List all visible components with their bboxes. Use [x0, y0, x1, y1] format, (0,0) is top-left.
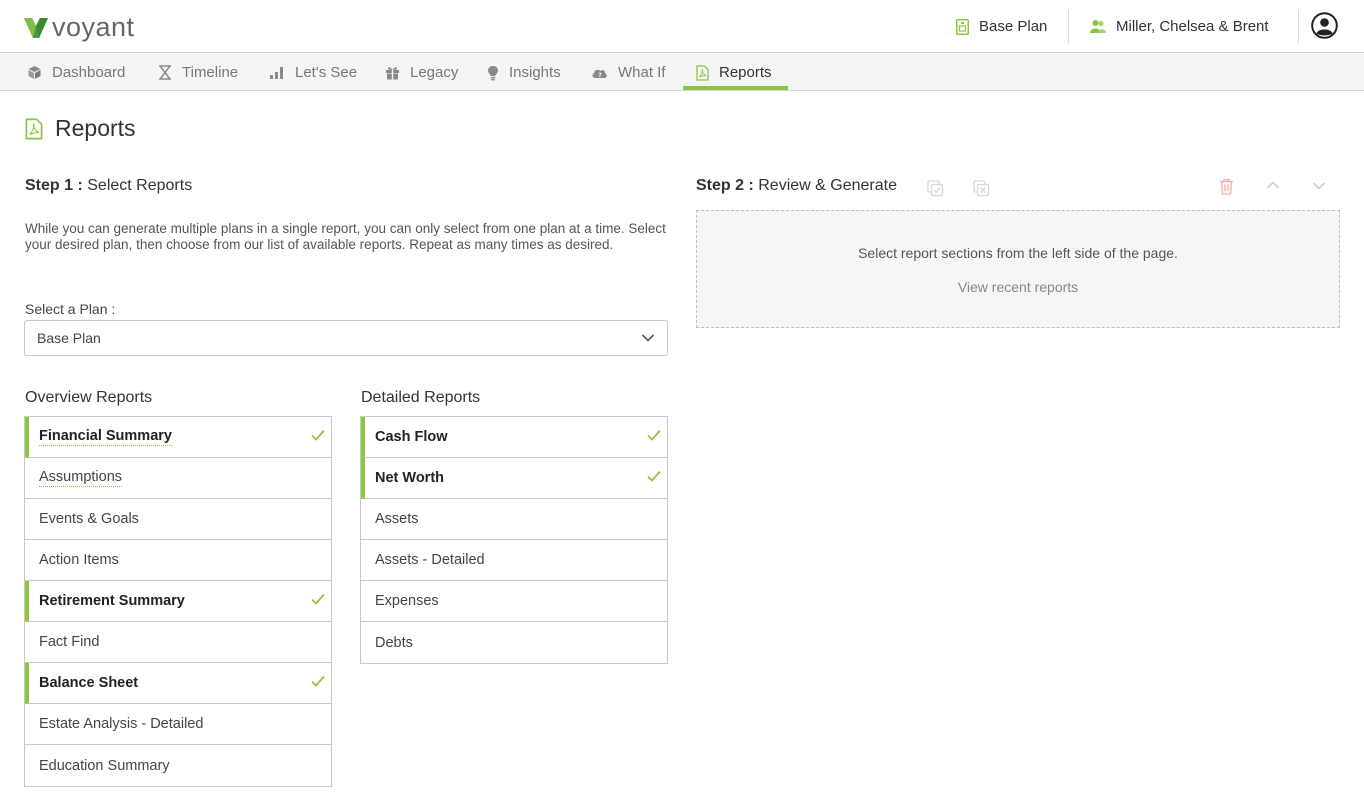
checkmark-icon	[647, 470, 661, 482]
lightbulb-icon	[488, 65, 498, 80]
report-label: Action Items	[39, 552, 119, 568]
hourglass-icon	[159, 65, 171, 80]
report-assets[interactable]: Assets	[361, 499, 667, 540]
report-label: Retirement Summary	[39, 593, 185, 609]
step2-heading: Step 2 : Review & Generate	[696, 177, 897, 195]
overview-reports-list: Financial Summary Assumptions Events & G…	[24, 416, 332, 787]
current-plan-button[interactable]: Base Plan	[956, 0, 1047, 53]
trash-icon[interactable]	[1219, 178, 1234, 195]
step1-heading: Step 1 : Select Reports	[25, 177, 192, 195]
header-divider	[1068, 10, 1069, 43]
tab-label: Insights	[509, 64, 561, 81]
deselect-all-icon[interactable]	[973, 180, 990, 197]
header-divider	[1298, 10, 1299, 43]
tab-lets-see[interactable]: Let's See	[270, 54, 357, 91]
checkmark-icon	[647, 429, 661, 441]
page-title-text: Reports	[55, 115, 136, 141]
tab-insights[interactable]: Insights	[487, 54, 561, 91]
view-recent-reports-link[interactable]: View recent reports	[697, 279, 1339, 295]
report-label: Assumptions	[39, 469, 123, 487]
checkmark-icon	[311, 593, 325, 605]
bar-chart-icon	[270, 67, 283, 79]
clients-label: Miller, Chelsea & Brent	[1116, 18, 1269, 35]
report-events-goals[interactable]: Events & Goals	[25, 499, 331, 540]
chevron-up-icon[interactable]	[1266, 180, 1280, 190]
report-label: Net Worth	[375, 470, 445, 486]
pdf-icon	[696, 64, 709, 81]
report-label: Fact Find	[39, 634, 100, 650]
step1-title: Select Reports	[87, 177, 193, 194]
step2-title: Review & Generate	[758, 177, 897, 194]
tab-label: Timeline	[182, 64, 239, 81]
tab-label: Legacy	[410, 64, 459, 81]
report-label: Events & Goals	[39, 511, 139, 527]
report-balance-sheet[interactable]: Balance Sheet	[25, 663, 331, 704]
active-tab-indicator	[683, 86, 788, 90]
select-all-icon[interactable]	[927, 180, 944, 197]
logo-text: voyant	[52, 12, 135, 42]
report-label: Estate Analysis - Detailed	[39, 716, 204, 732]
main-nav: Dashboard Timeline Let's See Legacy Insi…	[0, 54, 1364, 91]
report-estate-analysis-detailed[interactable]: Estate Analysis - Detailed	[25, 704, 331, 745]
report-label: Expenses	[375, 593, 439, 609]
plan-select[interactable]: Base Plan	[24, 320, 668, 356]
detailed-reports-heading: Detailed Reports	[361, 389, 481, 406]
users-icon	[1090, 20, 1106, 33]
report-financial-summary[interactable]: Financial Summary	[25, 417, 331, 458]
step1-label: Step 1 :	[25, 177, 83, 194]
tab-label: Reports	[719, 64, 772, 81]
report-assumptions[interactable]: Assumptions	[25, 458, 331, 499]
svg-text:?: ?	[598, 72, 602, 79]
report-action-items[interactable]: Action Items	[25, 540, 331, 581]
report-expenses[interactable]: Expenses	[361, 581, 667, 622]
checkmark-icon	[311, 429, 325, 441]
report-label: Financial Summary	[39, 428, 172, 446]
report-label: Debts	[375, 634, 413, 651]
pdf-icon	[25, 118, 43, 139]
report-label: Assets - Detailed	[375, 552, 485, 568]
report-label: Balance Sheet	[39, 675, 139, 691]
select-plan-label: Select a Plan :	[25, 301, 116, 317]
report-debts[interactable]: Debts	[361, 622, 667, 663]
current-plan-label: Base Plan	[979, 18, 1048, 35]
report-label: Cash Flow	[375, 429, 448, 445]
report-net-worth[interactable]: Net Worth	[361, 458, 667, 499]
cube-icon	[28, 66, 41, 79]
detailed-reports-list: Cash Flow Net Worth Assets Assets - Deta…	[360, 416, 668, 664]
plan-select-value: Base Plan	[37, 330, 101, 346]
report-dropzone: Select report sections from the left sid…	[696, 210, 1340, 328]
plan-document-icon	[956, 18, 969, 35]
voyant-logo[interactable]: voyant	[23, 12, 135, 42]
tab-legacy[interactable]: Legacy	[385, 54, 458, 91]
empty-state-message: Select report sections from the left sid…	[858, 245, 1178, 261]
chevron-down-icon[interactable]	[1312, 181, 1326, 191]
voyant-logo-icon	[24, 18, 48, 38]
report-retirement-summary[interactable]: Retirement Summary	[25, 581, 331, 622]
report-label: Assets	[375, 511, 419, 527]
user-account-icon[interactable]	[1311, 12, 1338, 39]
clients-button[interactable]: Miller, Chelsea & Brent	[1090, 0, 1269, 53]
report-cash-flow[interactable]: Cash Flow	[361, 417, 667, 458]
step2-label: Step 2 :	[696, 177, 754, 194]
overview-reports-heading: Overview Reports	[25, 389, 153, 406]
checkmark-icon	[311, 675, 325, 687]
report-education-summary[interactable]: Education Summary	[25, 745, 331, 786]
tab-label: Let's See	[295, 64, 358, 81]
gift-icon	[386, 67, 399, 80]
step1-intro: While you can generate multiple plans in…	[25, 221, 666, 252]
tab-dashboard[interactable]: Dashboard	[27, 54, 125, 91]
tab-timeline[interactable]: Timeline	[158, 54, 238, 91]
app-header: voyant Base Plan Miller, Chelsea & Brent	[0, 0, 1364, 53]
report-label: Education Summary	[39, 757, 170, 774]
tab-label: What If	[618, 64, 666, 81]
report-fact-find[interactable]: Fact Find	[25, 622, 331, 663]
report-assets-detailed[interactable]: Assets - Detailed	[361, 540, 667, 581]
chevron-down-icon	[641, 334, 655, 342]
page-title: Reports	[25, 115, 136, 142]
tab-label: Dashboard	[52, 64, 126, 81]
cloud-icon: ?	[592, 69, 607, 79]
tab-what-if[interactable]: ? What If	[591, 54, 666, 91]
